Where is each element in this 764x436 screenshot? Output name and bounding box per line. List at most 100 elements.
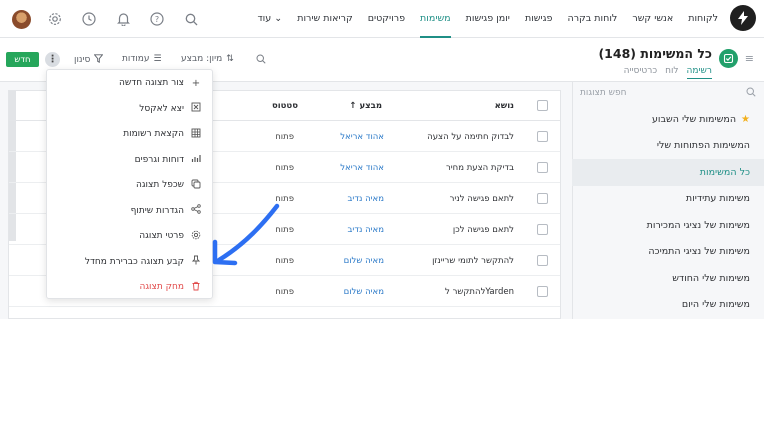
sort-button[interactable]: מיון: מבצע ⇅ xyxy=(181,54,234,64)
sort-label: מיון: מבצע xyxy=(181,54,223,64)
menu-item-delete-view[interactable]: מחק תצוגה xyxy=(139,278,202,296)
cell-subject[interactable]: להתקשר לYarden xyxy=(445,287,514,297)
nav-item-contacts[interactable]: אנשי קשר xyxy=(632,0,673,38)
cell-subject[interactable]: לתאם פגישה לניר xyxy=(450,194,514,204)
row-checkbox[interactable] xyxy=(537,193,548,204)
annotation-arrow-icon xyxy=(212,203,280,266)
copy-icon xyxy=(190,179,202,192)
cell-subject[interactable]: לבדוק חתימה על הצעה xyxy=(427,132,514,142)
select-all-checkbox[interactable] xyxy=(537,100,548,111)
top-icons: ? xyxy=(12,9,201,29)
filter-label: סינון xyxy=(74,55,91,65)
columns-button[interactable]: עמודות ☰ xyxy=(122,54,162,64)
menu-item-label: הקצאת רשומות xyxy=(123,129,184,139)
cell-assignee[interactable]: מאיה נדיב xyxy=(348,225,384,235)
sort-icon: ⇅ xyxy=(226,54,234,64)
bell-icon[interactable] xyxy=(113,9,133,29)
view-tab-board[interactable]: לוח xyxy=(665,66,678,79)
saved-view-item[interactable]: משימות של נציגי המכירות xyxy=(572,212,764,239)
clock-icon[interactable] xyxy=(79,9,99,29)
menu-item-set-default-view[interactable]: קבע תצוגה כברירת מחדל xyxy=(85,253,202,271)
saved-view-item[interactable]: משימות שלי החודש xyxy=(572,265,764,292)
nav-item-customers[interactable]: לקוחות xyxy=(688,0,718,38)
nav-item-tasks[interactable]: משימות xyxy=(420,0,451,38)
settings-icon xyxy=(190,230,202,243)
star-icon[interactable]: ★ xyxy=(741,114,750,125)
menu-item-reports-charts[interactable]: דוחות וגרפים xyxy=(135,151,202,169)
excel-icon xyxy=(190,102,202,115)
more-options-button[interactable]: ⋮ xyxy=(45,52,60,67)
view-tab-list[interactable]: רשימה xyxy=(686,66,712,79)
saved-view-item[interactable]: כל המשימות xyxy=(572,159,764,186)
share-icon xyxy=(190,204,202,217)
cell-status: פתוח xyxy=(275,163,294,173)
grid-icon xyxy=(190,128,202,141)
avatar[interactable] xyxy=(12,9,31,29)
saved-view-label: משימות שלי החודש xyxy=(672,272,750,284)
column-header-subject[interactable]: נושא xyxy=(495,101,514,111)
views-search-input[interactable]: חפש תצוגות xyxy=(572,82,764,104)
cell-assignee[interactable]: מאיה שלום xyxy=(344,256,384,266)
row-checkbox[interactable] xyxy=(537,255,548,266)
search-icon[interactable] xyxy=(181,9,201,29)
columns-label: עמודות xyxy=(122,54,150,64)
menu-item-duplicate-view[interactable]: שכפל תצוגה xyxy=(136,176,202,194)
nav-more-dropdown[interactable]: עוד ⌄ xyxy=(257,0,282,38)
cell-assignee[interactable]: אהוד אריאל xyxy=(340,163,384,173)
trash-icon xyxy=(190,281,202,294)
view-tab-cards[interactable]: כרטיסייה xyxy=(624,66,657,79)
nav-item-service-calls[interactable]: קריאות שירות xyxy=(297,0,352,38)
new-task-button[interactable]: חדש xyxy=(6,52,39,67)
saved-view-label: משימות שלי היום xyxy=(681,299,750,311)
menu-item-sharing-settings[interactable]: הגדרות שיתוף xyxy=(131,202,202,220)
column-header-status[interactable]: סטטוס xyxy=(272,101,298,111)
nav-item-meeting-calendar[interactable]: יומן פגישות xyxy=(466,0,510,38)
menu-item-label: שכפל תצוגה xyxy=(135,180,184,190)
cell-subject[interactable]: להתקשר לתומי שריינזן xyxy=(432,256,514,266)
help-icon[interactable]: ? xyxy=(147,9,167,29)
cell-assignee[interactable]: מאיה שלום xyxy=(344,287,384,297)
saved-view-item[interactable]: משימות שלי היום xyxy=(572,292,764,319)
cell-status: פתוח xyxy=(275,287,294,297)
column-header-assignee[interactable]: ↑ מבצע xyxy=(349,101,382,111)
cell-assignee[interactable]: מאיה נדיב xyxy=(348,194,384,204)
nav-item-meetings[interactable]: פגישות xyxy=(525,0,553,38)
app-window: לקוחות אנשי קשר לוחות בקרה פגישות יומן פ… xyxy=(0,0,764,319)
nav-item-dashboards[interactable]: לוחות בקרה xyxy=(567,0,617,38)
columns-icon: ☰ xyxy=(153,54,162,64)
saved-view-label: המשימות הפתוחות שלי xyxy=(656,140,750,152)
cell-subject[interactable]: לתאם פגישה לכן xyxy=(453,225,514,235)
menu-item-assign-records[interactable]: הקצאת רשומות xyxy=(123,125,202,143)
saved-view-item[interactable]: משימות של נציגי התמיכה xyxy=(572,239,764,266)
row-checkbox[interactable] xyxy=(537,286,548,297)
saved-view-label: משימות של נציגי המכירות xyxy=(646,219,750,231)
views-search-placeholder: חפש תצוגות xyxy=(580,88,627,98)
filter-button[interactable]: סינון xyxy=(74,54,104,66)
saved-view-label: כל המשימות xyxy=(699,166,750,178)
view-switcher: רשימה לוח כרטיסייה xyxy=(624,66,712,79)
menu-item-export-excel[interactable]: יצא לאקסל xyxy=(139,100,202,118)
toolbar-search-icon[interactable] xyxy=(256,54,266,64)
saved-view-label: המשימות שלי השבוע xyxy=(651,113,737,125)
cell-subject[interactable]: בדיקת הצעת מחיר xyxy=(446,163,514,173)
row-checkbox[interactable] xyxy=(537,131,548,142)
saved-view-item[interactable]: ★ המשימות שלי השבוע xyxy=(572,106,764,133)
tasks-check-icon xyxy=(719,49,738,68)
menu-item-create-view[interactable]: + צור תצוגה חדשה xyxy=(119,74,202,92)
app-logo[interactable] xyxy=(730,5,756,31)
saved-view-item[interactable]: המשימות הפתוחות שלי xyxy=(572,133,764,160)
gear-icon[interactable] xyxy=(45,9,65,29)
plus-icon: + xyxy=(191,77,201,89)
cell-assignee[interactable]: אהוד אריאל xyxy=(340,132,384,142)
menu-item-view-details[interactable]: פרטי תצוגה xyxy=(139,227,202,245)
search-icon xyxy=(746,87,756,100)
saved-views-list: ★ המשימות שלי השבוע המשימות הפתוחות שלי … xyxy=(572,106,764,318)
chevron-down-icon: ⌄ xyxy=(274,13,283,24)
row-checkbox[interactable] xyxy=(537,162,548,173)
nav-item-projects[interactable]: פרויקטים xyxy=(368,0,405,38)
menu-icon[interactable]: ≡ xyxy=(745,52,754,65)
menu-item-label: הגדרות שיתוף xyxy=(130,205,184,216)
menu-item-label: דוחות וגרפים xyxy=(134,154,184,165)
row-checkbox[interactable] xyxy=(537,224,548,235)
saved-view-item[interactable]: משימות עתידיות xyxy=(572,186,764,213)
